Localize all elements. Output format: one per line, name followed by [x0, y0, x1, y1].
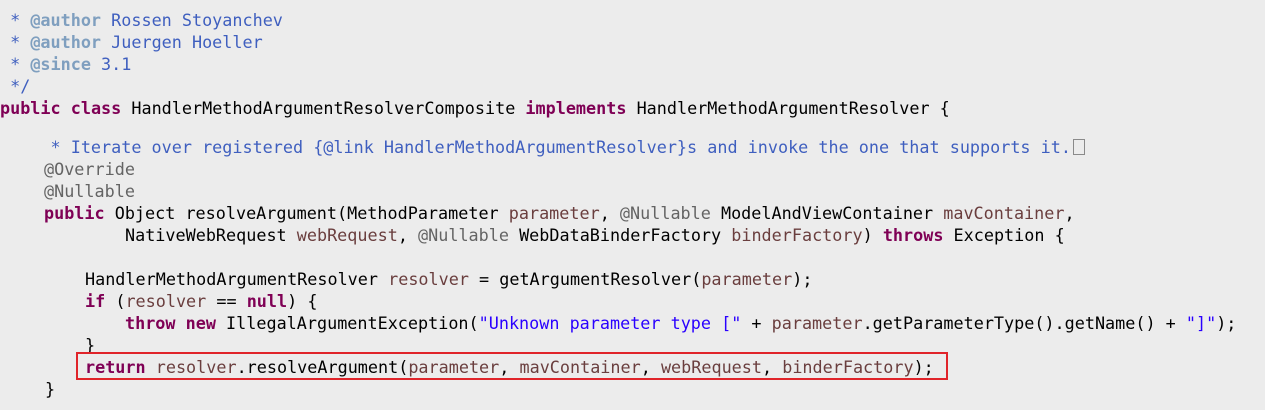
code-text: .getParameterType().getName() +: [862, 313, 1186, 333]
param-webrequest: webRequest: [296, 225, 398, 245]
code-text: ==: [206, 291, 247, 311]
javadoc-star: *: [0, 32, 31, 52]
javadoc-text: * Iterate over registered: [0, 137, 314, 157]
javadoc-text: Juergen Hoeller: [101, 32, 263, 52]
code-text: +: [741, 313, 772, 333]
keyword-implements: implements: [525, 98, 627, 118]
keyword-null: null: [246, 291, 288, 311]
code-editor[interactable]: * @author Rossen Stoyanchev * @author Ju…: [0, 0, 1265, 410]
annotation-nullable: @Nullable: [418, 225, 509, 245]
param-binderfactory: binderFactory: [731, 225, 863, 245]
param-mavcontainer: mavContainer: [943, 203, 1065, 223]
code-text: NativeWebRequest: [125, 225, 297, 245]
var-resolver: resolver: [125, 291, 207, 311]
code-line-3: * @since 3.1: [0, 53, 131, 75]
interface-name: HandlerMethodArgumentResolver {: [636, 98, 950, 118]
keyword-throw: throw: [125, 313, 176, 333]
string-literal: "]": [1185, 313, 1217, 333]
code-text: ,: [397, 225, 419, 245]
fold-expand-icon[interactable]: [1072, 139, 1085, 155]
code-line-close-method: }: [45, 379, 56, 399]
code-text: (: [105, 291, 126, 311]
keyword-new: new: [185, 313, 216, 333]
javadoc-tag: @author: [30, 32, 102, 52]
code-text: ) {: [287, 291, 318, 311]
code-text: = getArgumentResolver(: [468, 269, 702, 289]
javadoc-star: *: [0, 10, 31, 30]
string-literal: "Unknown parameter type [": [478, 313, 742, 333]
code-line-javadoc-summary: * Iterate over registered {@link Handler…: [0, 136, 1085, 158]
code-text: ModelAndViewContainer: [710, 203, 944, 223]
code-line-class-declaration: public class HandlerMethodArgumentResolv…: [0, 97, 950, 119]
code-text: );: [1216, 313, 1237, 333]
code-text: );: [792, 269, 813, 289]
code-text: HandlerMethodArgumentResolver: [85, 269, 389, 289]
code-line-if-null: if (resolver == null) {: [85, 290, 317, 312]
keyword-throws: throws: [882, 225, 944, 245]
param-parameter: parameter: [771, 313, 863, 333]
code-line-4: */: [0, 76, 31, 96]
var-resolver: resolver: [388, 269, 469, 289]
code-text: IllegalArgumentException(: [215, 313, 479, 333]
keyword-public: public: [0, 98, 61, 118]
param-parameter: parameter: [701, 269, 793, 289]
class-name: HandlerMethodArgumentResolverComposite: [131, 98, 516, 118]
code-line-1: * @author Rossen Stoyanchev: [0, 9, 283, 31]
javadoc-tag: @author: [30, 10, 102, 30]
code-line-method-signature-cont: NativeWebRequest webRequest, @Nullable W…: [125, 224, 1065, 246]
code-text: ): [862, 225, 883, 245]
javadoc-star: *: [0, 54, 31, 74]
code-line-2: * @author Juergen Hoeller: [0, 31, 263, 53]
javadoc-text: s and invoke the one that supports it.: [687, 137, 1071, 157]
keyword-if: if: [85, 291, 106, 311]
code-line-nullable: @Nullable: [44, 181, 135, 201]
javadoc-text: 3.1: [90, 54, 132, 74]
code-text: Object resolveArgument(MethodParameter: [104, 203, 509, 223]
code-text: WebDataBinderFactory: [508, 225, 732, 245]
keyword-class: class: [70, 98, 122, 118]
javadoc-tag: @since: [30, 54, 91, 74]
annotation-nullable: @Nullable: [619, 203, 711, 223]
code-text: ,: [599, 203, 620, 223]
param-parameter: parameter: [508, 203, 600, 223]
code-text: ,: [1064, 203, 1075, 223]
code-line-override: @Override: [44, 159, 135, 179]
keyword-public: public: [44, 203, 105, 223]
code-text: Exception {: [943, 225, 1065, 245]
code-line-resolver-assign: HandlerMethodArgumentResolver resolver =…: [85, 268, 812, 290]
code-line-throw: throw new IllegalArgumentException("Unkn…: [125, 312, 1236, 334]
highlight-box: [76, 352, 948, 380]
javadoc-link: {@link HandlerMethodArgumentResolver}: [313, 137, 688, 157]
code-line-method-signature: public Object resolveArgument(MethodPara…: [44, 202, 1075, 224]
javadoc-text: Rossen Stoyanchev: [101, 10, 283, 30]
